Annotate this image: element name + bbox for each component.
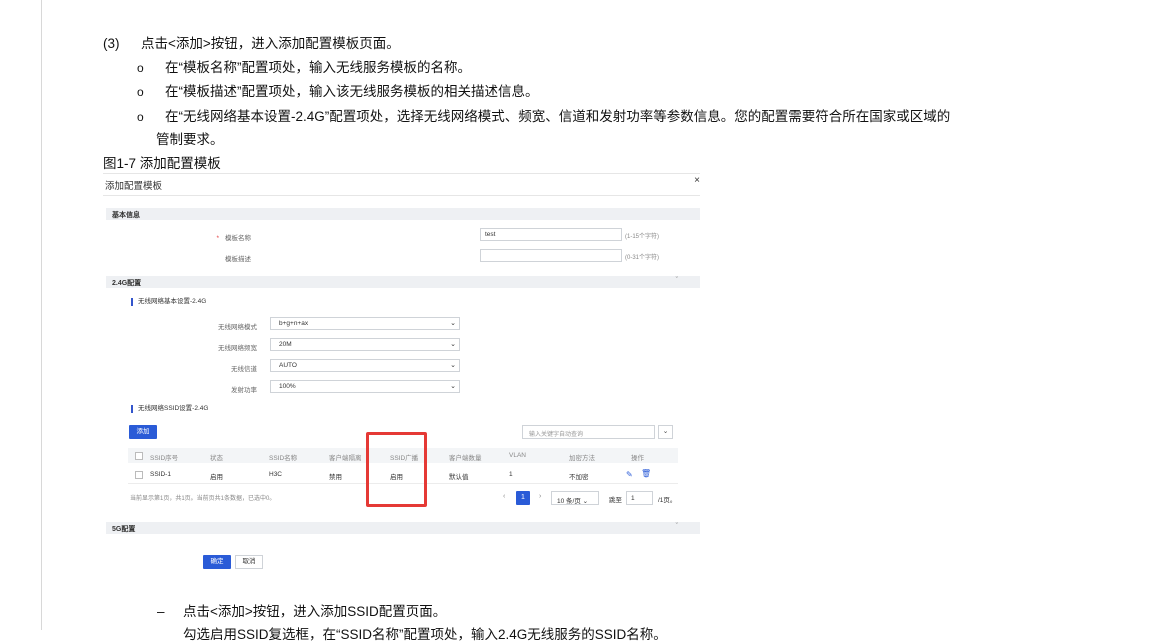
template-name-label: * 模板名称 [216, 235, 251, 242]
bullet-continuation: 管制要求。 [156, 132, 224, 147]
section-5g-config[interactable]: 5G配置 ˇ [106, 522, 700, 534]
confirm-button[interactable]: 确定 [203, 555, 231, 569]
trash-icon[interactable]: 🗑 [641, 469, 651, 478]
col-ssid-no: SSID序号 [150, 455, 179, 462]
section-basic-info: 基本信息 [106, 208, 700, 220]
figure-add-config-template: 添加配置模板 × 基本信息 * 模板名称 test (1-15个字符) 模板描述 … [103, 173, 700, 535]
tx-power-label: 发射功率 [231, 387, 257, 394]
close-icon[interactable]: × [694, 175, 700, 186]
wireless-mode-label: 无线网络模式 [218, 324, 257, 331]
step-3: (3) 点击<添加>按钮，进入添加配置模板页面。 [103, 32, 400, 52]
chevron-down-icon: ⌄ [450, 341, 456, 348]
col-client-count: 客户端数量 [449, 455, 482, 462]
next-step: – 点击<添加>按钮，进入添加SSID配置页面。 [157, 600, 446, 620]
template-name-hint: (1-15个字符) [625, 234, 660, 240]
chevron-down-icon[interactable]: ⌄ [658, 425, 673, 439]
bullet-wireless-basic: o 在“无线网络基本设置-2.4G”配置项处，选择无线网络模式、频宽、信道和发射功… [137, 105, 950, 125]
step-number: (3) [103, 36, 120, 51]
chevron-down-icon: ⌄ [450, 383, 456, 390]
bandwidth-select[interactable]: 20M ⌄ [270, 338, 460, 351]
table-cell: 1 [509, 471, 513, 478]
next-step-partial: 勾选启用SSID复选框，在“SSID名称”配置项处，输入2.4G无线服务的SSI… [183, 627, 667, 642]
table-cell: 启用 [210, 474, 223, 481]
table-cell: 不加密 [569, 474, 589, 481]
col-vlan: VLAN [509, 452, 526, 459]
col-client-isolation: 客户端隔离 [329, 455, 362, 462]
template-desc-input[interactable] [480, 249, 622, 262]
total-pages: /1页。 [658, 497, 677, 504]
table-cell: 默认值 [449, 474, 469, 481]
channel-select[interactable]: AUTO ⌄ [270, 359, 460, 372]
cancel-button[interactable]: 取消 [235, 555, 263, 569]
col-status: 状态 [210, 455, 223, 462]
figure-caption: 图1-7 添加配置模板 [103, 156, 221, 171]
dash-marker: – [157, 604, 165, 619]
section-label: 5G配置 [112, 526, 136, 533]
bullet-text: 在“无线网络基本设置-2.4G”配置项处，选择无线网络模式、频宽、信道和发射功率… [165, 109, 951, 124]
template-desc-hint: (0-31个字符) [625, 255, 660, 261]
tx-power-select[interactable]: 100% ⌄ [270, 380, 460, 393]
pager-info: 当前显示第1页，共1页。当前页共1条数据，已选中0。 [130, 496, 276, 502]
next-step-text: 点击<添加>按钮，进入添加SSID配置页面。 [183, 604, 447, 619]
required-mark: * [216, 235, 219, 242]
bullet-text: 在“模板描述”配置项处，输入该无线服务模板的相关描述信息。 [165, 84, 539, 99]
section-24g-config[interactable]: 2.4G配置 ˇ [106, 276, 700, 288]
jump-page-input[interactable]: 1 [626, 491, 653, 505]
row-checkbox[interactable] [135, 471, 143, 479]
highlight-ssid-broadcast [366, 432, 427, 507]
template-desc-label: 模板描述 [225, 256, 251, 263]
bullet-template-name: o 在“模板名称”配置项处，输入无线服务模板的名称。 [137, 56, 471, 76]
chevron-down-icon[interactable]: ˇ [676, 523, 678, 530]
col-ssid-name: SSID名称 [269, 455, 298, 462]
step-text: 点击<添加>按钮，进入添加配置模板页面。 [141, 36, 400, 51]
bullet-marker: o [137, 110, 144, 124]
subhead-ssid: 无线网络SSID设置-2.4G [131, 405, 208, 413]
bullet-template-desc: o 在“模板描述”配置项处，输入该无线服务模板的相关描述信息。 [137, 80, 539, 100]
table-cell: H3C [269, 471, 283, 478]
pager-prev-icon[interactable]: ‹ [503, 493, 505, 500]
figure-top-rule [103, 173, 700, 174]
search-input[interactable]: 输入关键字自动查询 [522, 425, 655, 439]
chevron-down-icon: ⌄ [582, 498, 589, 505]
title-divider [103, 195, 700, 196]
edit-icon[interactable]: ✎ [626, 470, 633, 479]
bullet-text: 在“模板名称”配置项处，输入无线服务模板的名称。 [165, 60, 471, 75]
jump-label: 跳至 [609, 497, 622, 504]
bandwidth-label: 无线网络频宽 [218, 345, 257, 352]
section-label: 2.4G配置 [112, 280, 142, 287]
bullet-marker: o [137, 85, 144, 99]
pager-current-page[interactable]: 1 [516, 491, 530, 505]
subhead-wireless-basic: 无线网络基本设置-2.4G [131, 298, 206, 306]
page-left-rule [41, 0, 42, 630]
col-actions: 操作 [631, 455, 644, 462]
chevron-down-icon: ⌄ [450, 320, 456, 327]
table-cell: SSID-1 [150, 471, 171, 478]
add-ssid-button[interactable]: 添加 [129, 425, 157, 439]
bullet-marker: o [137, 61, 144, 75]
pager-next-icon[interactable]: › [539, 493, 541, 500]
chevron-down-icon[interactable]: ˇ [676, 277, 678, 284]
select-all-checkbox[interactable] [135, 452, 143, 460]
chevron-down-icon: ⌄ [450, 362, 456, 369]
template-name-input[interactable]: test [480, 228, 622, 241]
col-encryption: 加密方法 [569, 455, 595, 462]
page-size-select[interactable]: 10 条/页 ⌄ [551, 491, 599, 505]
dialog-title: 添加配置模板 [105, 181, 163, 192]
table-cell: 禁用 [329, 474, 342, 481]
wireless-mode-select[interactable]: b+g+n+ax ⌄ [270, 317, 460, 330]
channel-label: 无线信道 [231, 366, 257, 373]
section-label: 基本信息 [112, 212, 140, 219]
